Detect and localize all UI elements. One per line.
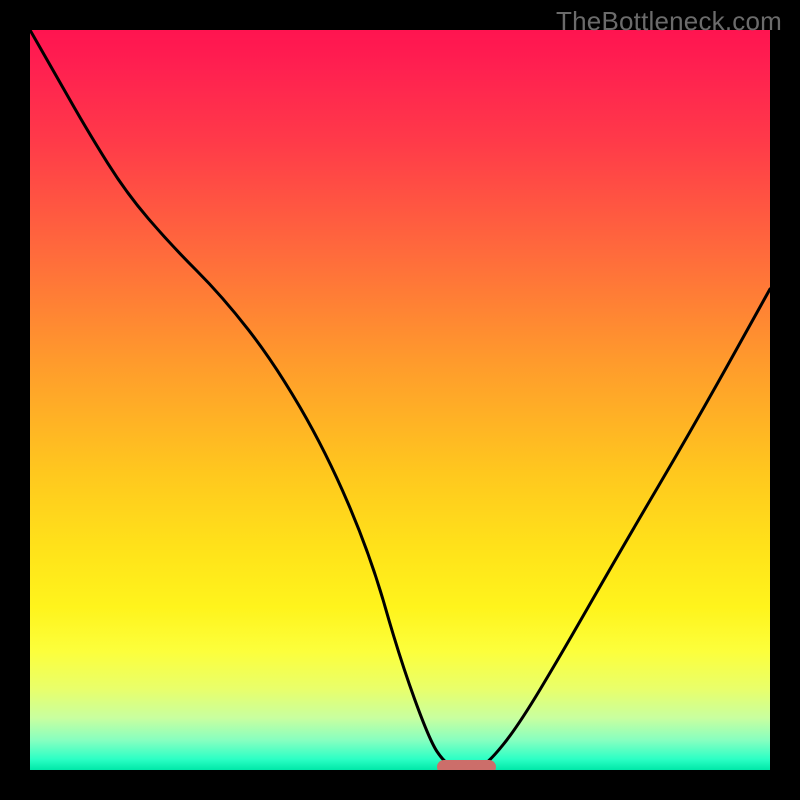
plot-area	[30, 30, 770, 770]
chart-frame: TheBottleneck.com	[0, 0, 800, 800]
watermark-text: TheBottleneck.com	[556, 6, 782, 37]
valley-marker-pill	[437, 760, 496, 770]
bottleneck-curve	[30, 30, 770, 770]
curve-path	[30, 30, 770, 770]
